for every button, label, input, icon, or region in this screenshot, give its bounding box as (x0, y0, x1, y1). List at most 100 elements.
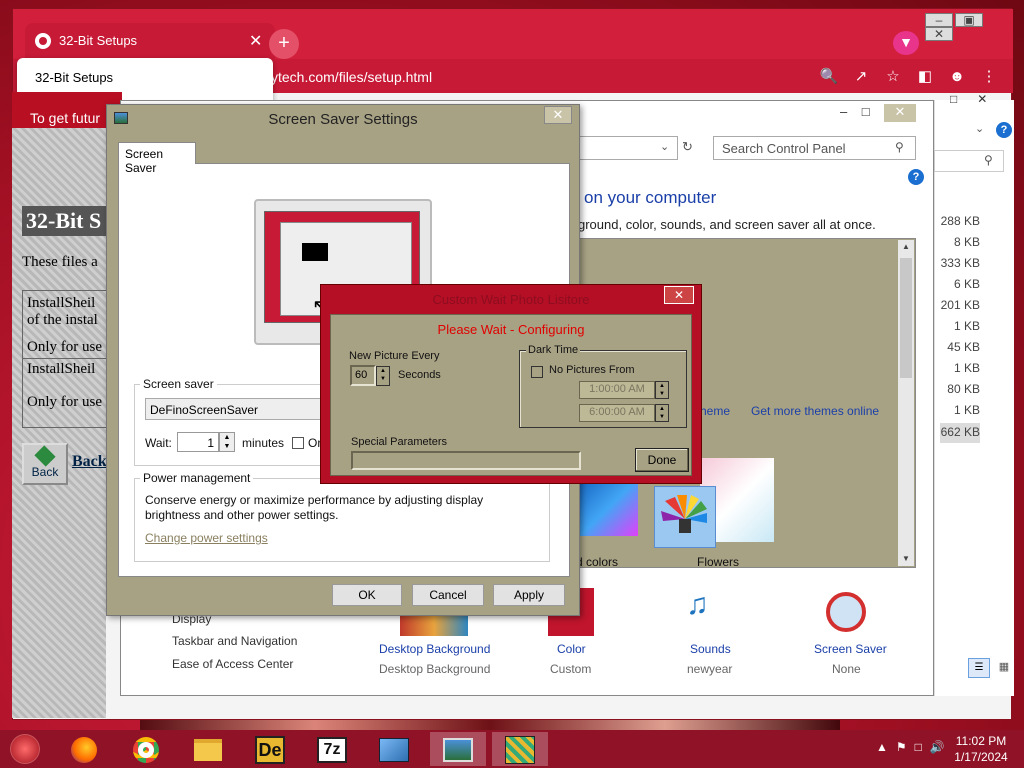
table-cell: Only for use (23, 329, 107, 359)
to-time-spinner[interactable]: ▲ ▼ (655, 404, 669, 422)
close-icon[interactable]: ✕ (544, 106, 572, 124)
file-size: 8 KB (953, 235, 980, 249)
wait-input[interactable]: 1 (177, 432, 219, 452)
scroll-up-icon[interactable]: ▲ (902, 242, 910, 251)
scroll-down-icon[interactable]: ▼ (902, 554, 910, 563)
seconds-spinner[interactable]: ▲ ▼ (376, 366, 390, 386)
browser-tab[interactable]: 32-Bit Setups ✕ (25, 23, 275, 59)
search-icon[interactable]: 🔍 (813, 67, 845, 85)
to-time-input[interactable]: 6:00:00 AM (579, 404, 655, 422)
left-link-taskbar[interactable]: Taskbar and Navigation (172, 634, 297, 648)
screen-saver-icon[interactable] (826, 592, 866, 632)
table-cell[interactable]: InstallSheil (23, 291, 107, 312)
back-link[interactable]: Back (72, 453, 107, 471)
change-power-settings-link[interactable]: Change power settings (145, 531, 268, 545)
on-resume-checkbox[interactable] (292, 437, 304, 449)
preview-black-box (302, 243, 328, 261)
share-icon[interactable]: ↗ (845, 67, 877, 85)
file-size-selected: 662 KB (940, 423, 980, 443)
tab-close-icon[interactable]: ✕ (249, 31, 262, 51)
screen-saver-link[interactable]: Screen Saver (814, 642, 887, 656)
help-icon[interactable]: ? (996, 122, 1012, 138)
scrollbar-thumb[interactable] (900, 258, 912, 378)
start-button-icon[interactable] (10, 734, 40, 764)
dark-time-label: Dark Time (526, 344, 581, 356)
close-icon[interactable]: ✕ (664, 286, 694, 304)
seconds-label: Seconds (398, 369, 441, 381)
configure-dialog-title: Custom Wait Photo Lisitore (432, 292, 590, 307)
from-time-input[interactable]: 1:00:00 AM (579, 381, 655, 399)
sidebar-icon[interactable]: ◧ (909, 67, 941, 85)
restore-icon[interactable]: ▣ (955, 13, 983, 27)
special-params-input[interactable] (351, 451, 581, 470)
taskbar-clock[interactable]: 11:02 PM 1/17/2024 (948, 733, 1014, 765)
from-time-spinner[interactable]: ▲ ▼ (655, 381, 669, 399)
back-button[interactable]: Back (22, 443, 68, 485)
file-explorer-icon[interactable] (186, 732, 230, 766)
de-app-icon[interactable]: De (248, 732, 292, 766)
table-cell[interactable]: InstallSheil (23, 359, 107, 378)
screensaver-app-icon[interactable] (492, 732, 548, 766)
search-control-panel-input[interactable]: Search Control Panel (713, 136, 916, 160)
done-button[interactable]: Done (635, 448, 689, 472)
explorer-search-input[interactable] (934, 150, 1004, 172)
left-link-ease-of-access[interactable]: Ease of Access Center (172, 657, 293, 671)
theme-thumbnail-colors[interactable] (578, 480, 638, 536)
details-view-icon[interactable]: ☰ (968, 658, 990, 678)
file-size: 45 KB (947, 340, 980, 354)
chevron-down-icon[interactable]: ⌄ (660, 140, 669, 153)
chrome-icon[interactable] (124, 732, 168, 766)
minimize-icon[interactable]: – (925, 13, 953, 27)
sounds-link[interactable]: Sounds (690, 642, 731, 656)
7zip-icon[interactable]: 7z (310, 732, 354, 766)
close-icon[interactable]: ✕ (977, 92, 987, 106)
address-bar[interactable]: ytech.com/files/setup.html (263, 66, 903, 88)
file-size: 288 KB (940, 214, 980, 228)
wait-spinner[interactable]: ▲ ▼ (219, 432, 235, 452)
get-more-themes-link[interactable]: Get more themes online (751, 404, 879, 418)
search-icon[interactable]: ⚲ (984, 153, 993, 167)
file-size: 201 KB (940, 298, 980, 312)
search-icon[interactable]: ⚲ (895, 140, 904, 154)
volume-icon[interactable]: 🔊 (930, 740, 945, 754)
close-icon[interactable]: ✕ (884, 104, 916, 122)
sounds-icon[interactable]: ♫ (686, 588, 709, 622)
maximize-icon[interactable]: □ (862, 104, 870, 119)
minimize-icon[interactable]: – (840, 104, 847, 119)
new-tab-button[interactable]: + (269, 29, 299, 59)
seconds-input[interactable]: 60 (350, 365, 376, 386)
screen-saver-select[interactable]: DeFinoScreenSaver (145, 398, 325, 420)
power-group-label: Power management (140, 471, 254, 485)
no-pictures-checkbox[interactable] (531, 366, 543, 378)
tiles-view-icon[interactable]: ▦ (994, 658, 1014, 678)
themes-scrollbar[interactable] (898, 240, 914, 566)
theme-link[interactable]: heme (700, 404, 730, 418)
firefox-icon[interactable] (62, 732, 106, 766)
help-icon[interactable]: ? (908, 169, 924, 185)
profile-icon[interactable]: ☻ (941, 68, 973, 85)
theme-thumbnail-flowers[interactable] (654, 486, 716, 548)
apply-button[interactable]: Apply (493, 584, 565, 606)
chevron-down-icon[interactable]: ⌄ (975, 122, 984, 135)
firefox-view-icon[interactable]: ▼ (893, 31, 919, 55)
page-heading: 32-Bit S (22, 206, 108, 236)
display-settings-icon[interactable] (430, 732, 486, 766)
screen-saver-value: None (832, 662, 861, 676)
tab-screen-saver[interactable]: Screen Saver (118, 142, 196, 175)
flag-icon[interactable]: ⚑ (896, 740, 907, 754)
toolbar-icons: 🔍 ↗ ☆ ◧ ☻ ⋮ (813, 67, 1005, 85)
control-panel-icon[interactable] (372, 732, 416, 766)
cancel-button[interactable]: Cancel (412, 584, 484, 606)
network-icon[interactable]: □ (915, 740, 922, 754)
back-button-label: Back (31, 465, 59, 479)
close-icon[interactable]: ✕ (925, 27, 953, 41)
star-icon[interactable]: ☆ (877, 67, 909, 85)
refresh-icon[interactable]: ↻ (682, 139, 693, 155)
menu-icon[interactable]: ⋮ (973, 67, 1005, 85)
special-params-label: Special Parameters (351, 436, 447, 448)
chevron-up-icon[interactable]: ▲ (876, 740, 888, 754)
maximize-icon[interactable]: □ (950, 92, 957, 106)
ok-button[interactable]: OK (332, 584, 402, 606)
color-link[interactable]: Color (557, 642, 586, 656)
desktop-background-link[interactable]: Desktop Background (379, 642, 490, 656)
